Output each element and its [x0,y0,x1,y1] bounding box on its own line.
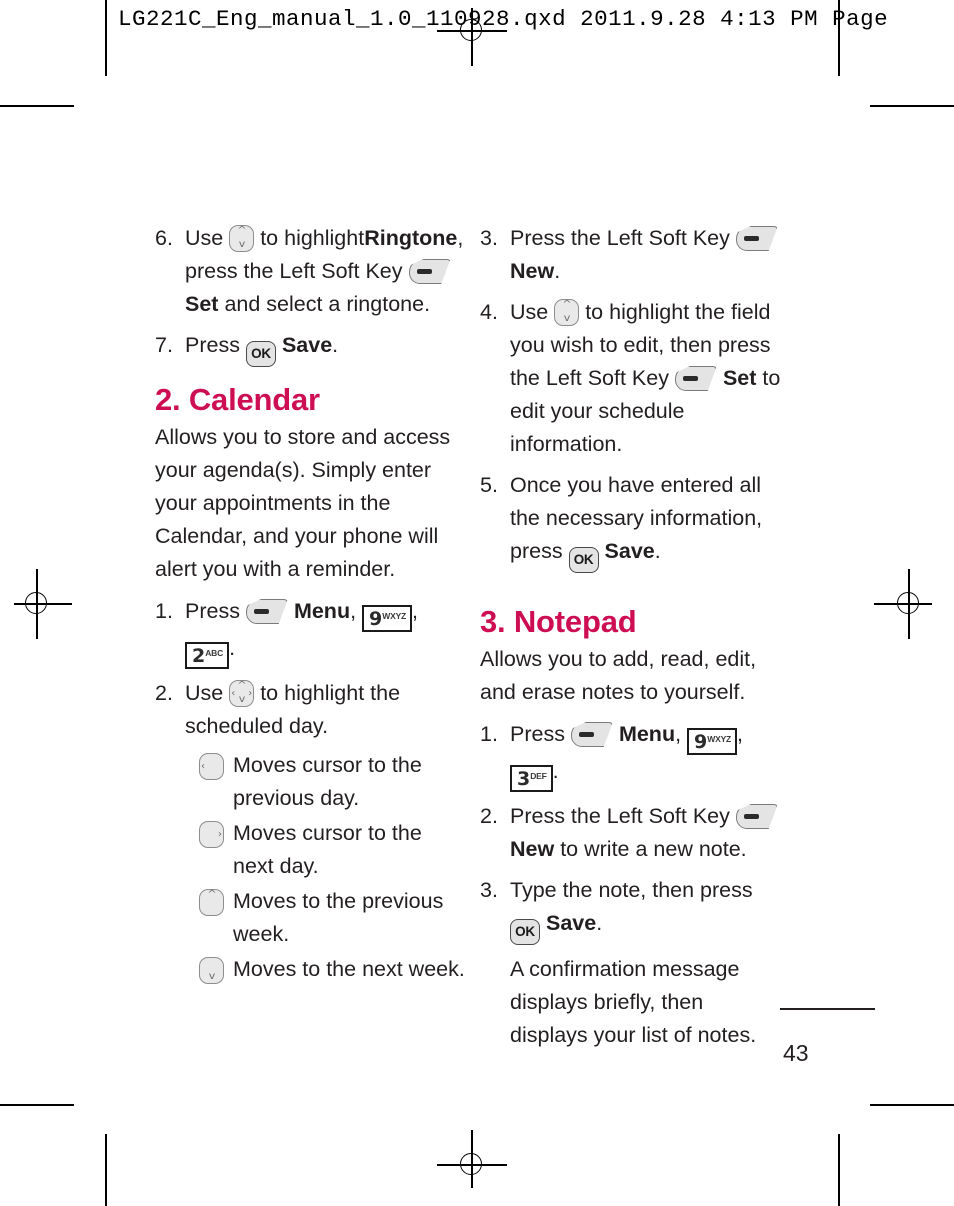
list-item: › Moves cursor to the next day. [199,817,465,883]
notepad-confirmation-note: A confirmation message displays briefly,… [510,957,757,1047]
list-item: ^ Moves to the previous week. [199,885,465,951]
left-soft-key-icon [674,366,717,391]
ok-key-icon: OK [245,341,276,367]
manual-page: 6. Use ^ v to highlightRingtone, press the… [0,0,954,1206]
emphasis-save: Save [545,911,597,935]
emphasis-new: New [510,837,555,861]
step-item: 5. Once you have entered all the necessar… [480,469,785,573]
step-text: . [229,636,236,660]
keypad-key-9-icon: 9WXYZ [687,728,738,755]
step-number: 6. [155,226,173,250]
step-number: 5. [480,473,498,497]
step-text: Press [185,599,240,623]
step-text: , [350,599,357,623]
step-text: to write a new note. [560,837,747,861]
step-text: Use [185,226,224,250]
step-number: 3. [480,226,498,250]
emphasis-menu: Menu [618,722,676,746]
keypad-key-9-icon: 9WXYZ [362,605,413,632]
list-item-label: Moves cursor to the previous day. [233,753,422,810]
step-text: Press the Left Soft Key [510,804,730,828]
step-text: Type the note, then press [510,878,753,902]
step-text: . [552,759,559,783]
step-number: 7. [155,333,173,357]
step-item: 6. Use ^ v to highlightRingtone, press the… [155,222,465,321]
section-heading-calendar: 2. Calendar [155,382,320,417]
nav-key-up-down-icon: ^ v [554,299,580,326]
emphasis-set: Set [722,366,757,390]
step-text: Press [185,333,240,357]
step-item: 1. Press Menu, 9WXYZ, 3DEF. [480,718,785,792]
list-item-label: Moves to the next week. [233,957,465,981]
nav-key-legend-list: ‹ Moves cursor to the previous day. › Mo… [155,749,465,986]
step-number: 3. [480,878,498,902]
emphasis-save: Save [281,333,333,357]
left-soft-key-icon [408,259,451,284]
step-number: 2. [155,681,173,705]
left-column: 6. Use ^ v to highlightRingtone, press the… [155,222,465,988]
step-text: , [675,722,682,746]
ok-key-icon: OK [568,547,599,573]
step-item: 3. Type the note, then press OK Save. [480,874,785,945]
section-intro-notepad: Allows you to add, read, edit, and erase… [480,647,757,704]
step-text: Press [510,722,565,746]
step-number: 1. [480,722,498,746]
emphasis-ringtone: Ringtone [364,226,458,250]
step-number: 2. [480,804,498,828]
left-soft-key-icon [735,226,778,251]
right-column: 3. Press the Left Soft Key New. 4. Use ^ v … [480,222,785,1060]
list-item-label: Moves to the previous week. [233,889,444,946]
list-item: ‹ Moves cursor to the previous day. [199,749,465,815]
left-soft-key-icon [245,599,288,624]
left-soft-key-icon [570,722,613,747]
keypad-key-2-icon: 2ABC [185,642,230,669]
section-intro-calendar: Allows you to store and access your agen… [155,425,451,581]
step-number: 1. [155,599,173,623]
nav-key-four-way-icon: ^ v ‹ › [229,680,255,707]
step-text: , [412,599,419,623]
nav-key-left-icon: ‹ [199,753,224,780]
step-text: Press the Left Soft Key [510,226,730,250]
step-item: 2. Press the Left Soft Key New to write a… [480,800,785,866]
emphasis-new: New [510,259,555,283]
step-item: 7. Press OK Save. [155,329,465,367]
step-item: 4. Use ^ v to highlight the field you wish… [480,296,785,461]
nav-key-right-icon: › [199,821,224,848]
section-heading-notepad: 3. Notepad [480,604,637,639]
folio-rule [780,1008,875,1010]
nav-key-down-icon: v [199,957,224,984]
nav-key-up-icon: ^ [199,889,224,916]
step-text: Use [510,300,549,324]
step-item: 3. Press the Left Soft Key New. [480,222,785,288]
nav-key-up-down-icon: ^ v [229,225,255,252]
keypad-key-3-icon: 3DEF [510,765,553,792]
step-number: 4. [480,300,498,324]
step-item: 2. Use ^ v ‹ › to highlight the scheduled da… [155,677,465,743]
step-text: , [737,722,744,746]
step-text: and select a ringtone. [224,292,431,316]
step-text: . [554,259,561,283]
left-soft-key-icon [735,804,778,829]
emphasis-save: Save [604,539,655,563]
page-number: 43 [783,1040,809,1066]
step-text: . [596,911,603,935]
step-text: to highlight [260,226,365,250]
step-text: . [332,333,339,357]
step-item: 1. Press Menu, 9WXYZ, 2ABC. [155,595,465,669]
emphasis-set: Set [185,292,219,316]
list-item-label: Moves cursor to the next day. [233,821,422,878]
emphasis-menu: Menu [293,599,351,623]
step-text: . [654,539,661,563]
ok-key-icon: OK [510,919,540,945]
step-text: Use [185,681,224,705]
list-item: v Moves to the next week. [199,953,465,986]
